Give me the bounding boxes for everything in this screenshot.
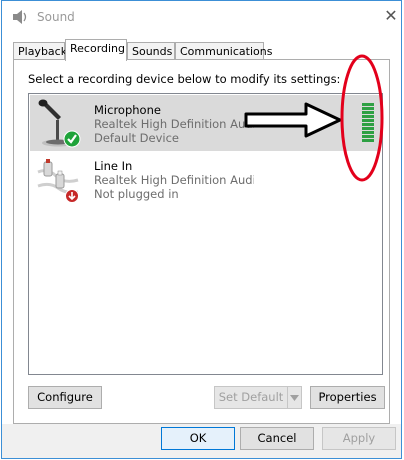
apply-button[interactable]: Apply xyxy=(322,427,396,450)
device-description: Realtek High Definition Audio xyxy=(94,117,254,131)
recording-panel: Select a recording device below to modif… xyxy=(13,59,390,424)
device-name: Microphone xyxy=(94,103,161,117)
level-meter-segment xyxy=(362,103,374,106)
level-meter-segment xyxy=(362,131,374,134)
level-meter-segment xyxy=(362,115,374,118)
level-meter-segment xyxy=(362,107,374,110)
set-default-button[interactable]: Set Default xyxy=(214,386,288,409)
level-meter xyxy=(362,103,374,143)
dialog-footer: OK Cancel Apply xyxy=(2,424,401,458)
chevron-down-icon xyxy=(290,395,299,401)
device-name: Line In xyxy=(94,159,133,173)
device-item-line-in[interactable]: Line In Realtek High Definition Audio No… xyxy=(30,151,381,207)
set-default-dropdown-button[interactable] xyxy=(287,386,302,409)
green-check-icon xyxy=(63,130,81,148)
device-description: Realtek High Definition Audio xyxy=(94,173,254,187)
properties-button[interactable]: Properties xyxy=(310,386,385,409)
instruction-text: Select a recording device below to modif… xyxy=(28,72,341,86)
tab-communications[interactable]: Communications xyxy=(175,42,272,60)
window-title: Sound xyxy=(37,10,75,24)
level-meter-segment xyxy=(362,127,374,130)
device-list[interactable]: Microphone Realtek High Definition Audio… xyxy=(28,93,383,375)
level-meter-segment xyxy=(362,123,374,126)
level-meter-segment xyxy=(362,111,374,114)
level-meter-segment xyxy=(362,139,374,142)
level-meter-segment xyxy=(362,119,374,122)
close-button[interactable]: ✕ xyxy=(380,5,402,27)
tab-playback[interactable]: Playback xyxy=(13,42,67,60)
device-status: Default Device xyxy=(94,131,180,145)
red-down-arrow-icon xyxy=(65,189,79,203)
microphone-icon xyxy=(38,99,81,148)
level-meter-segment xyxy=(362,135,374,138)
device-item-microphone[interactable]: Microphone Realtek High Definition Audio… xyxy=(30,95,381,151)
title-bar: Sound ✕ xyxy=(2,1,401,31)
rca-cable-icon xyxy=(37,159,79,203)
ok-button[interactable]: OK xyxy=(161,427,235,450)
cancel-button[interactable]: Cancel xyxy=(240,427,314,450)
tab-recording[interactable]: Recording xyxy=(65,39,127,61)
speaker-icon xyxy=(13,10,27,24)
tab-sounds[interactable]: Sounds xyxy=(127,42,175,60)
configure-button[interactable]: Configure xyxy=(28,386,102,409)
device-status: Not plugged in xyxy=(94,187,179,201)
